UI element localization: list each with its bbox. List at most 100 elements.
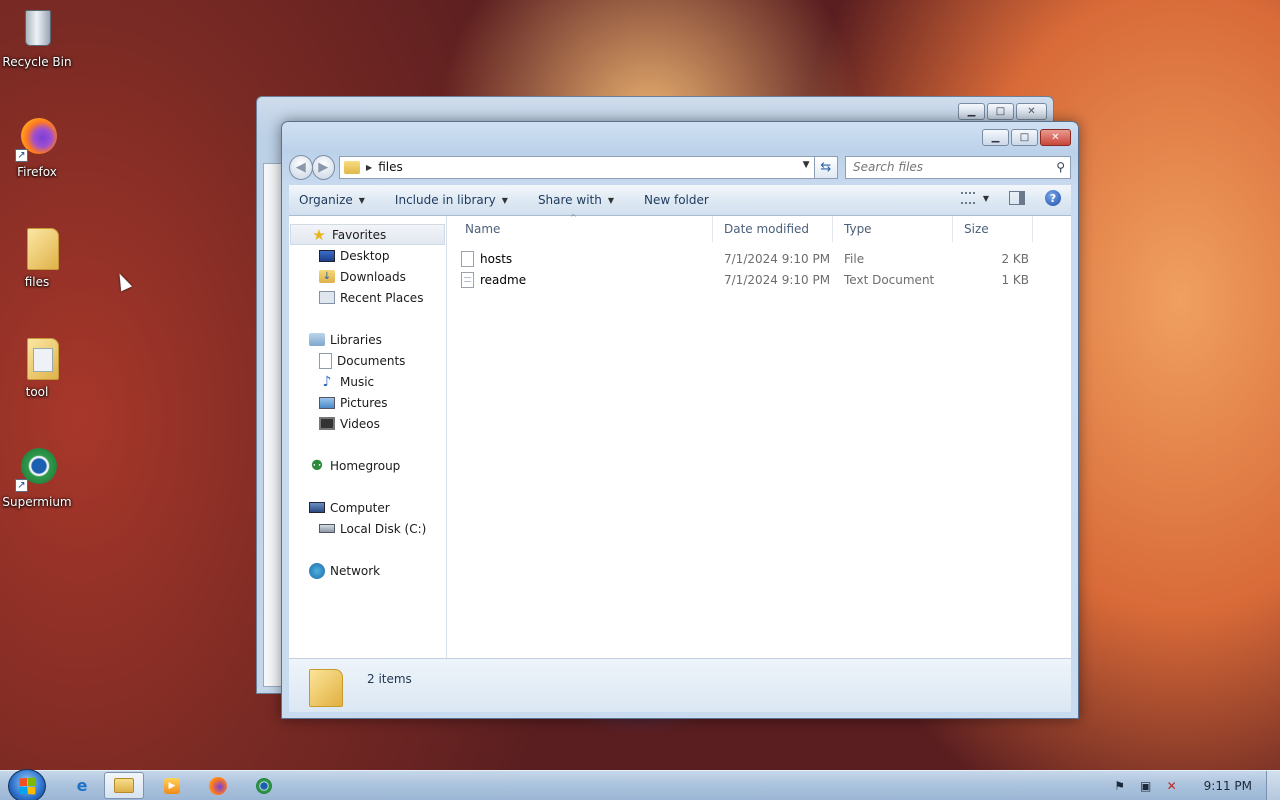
windows-explorer-icon	[114, 778, 134, 793]
column-type[interactable]: Type	[833, 215, 953, 242]
include-in-library-button[interactable]: Include in library ▼	[395, 193, 508, 207]
star-icon: ★	[312, 225, 326, 244]
folder-icon	[15, 336, 59, 382]
breadcrumb-arrow-icon[interactable]: ▶	[366, 163, 372, 172]
nav-label: Music	[340, 374, 375, 389]
address-bar[interactable]: ▶ files ▼	[339, 155, 815, 179]
taskbar-internet-explorer[interactable]: e	[62, 772, 102, 799]
nav-network[interactable]: Network	[289, 560, 446, 581]
nav-homegroup[interactable]: ⚉ Homegroup	[289, 455, 446, 476]
organize-button[interactable]: Organize ▼	[299, 193, 365, 207]
file-row[interactable]: hosts 7/1/2024 9:10 PM File 2 KB	[447, 248, 1071, 269]
homegroup-icon: ⚉	[310, 457, 324, 474]
videos-icon	[319, 417, 335, 430]
include-in-library-label: Include in library	[394, 193, 496, 207]
nav-recent-places[interactable]: Recent Places	[289, 287, 446, 308]
supermium-icon: ↗	[15, 446, 59, 492]
minimize-button[interactable]: ▁	[958, 103, 985, 120]
nav-pictures[interactable]: Pictures	[289, 392, 446, 413]
nav-downloads[interactable]: ↓ Downloads	[289, 266, 446, 287]
close-button[interactable]: ✕	[1016, 103, 1047, 120]
mouse-cursor-icon	[114, 270, 133, 292]
search-box[interactable]: ⚲	[845, 155, 1072, 179]
start-button[interactable]	[8, 769, 46, 800]
firefox-icon	[209, 776, 227, 795]
breadcrumb-files[interactable]: files	[378, 160, 403, 174]
taskbar-firefox[interactable]	[198, 772, 238, 799]
close-button[interactable]: ✕	[1040, 129, 1071, 146]
homegroup-group: ⚉ Homegroup	[289, 455, 446, 476]
file-row[interactable]: readme 7/1/2024 9:10 PM Text Document 1 …	[447, 269, 1071, 290]
network-icon	[309, 562, 325, 579]
folder-icon	[309, 669, 343, 707]
text-document-icon	[461, 271, 474, 288]
file-name-cell: hosts	[447, 250, 713, 267]
file-list: ^ Name Date modified Type Size hosts 7/1/…	[447, 212, 1071, 658]
back-button[interactable]: ◀	[289, 154, 313, 180]
explorer-window[interactable]: ▁ □ ✕ ◀ ▶ ▶ files ▼ ⇆ ⚲ Organize ▼ Includ…	[281, 121, 1079, 719]
preview-pane-icon[interactable]	[1009, 191, 1025, 205]
nav-label: Network	[330, 563, 381, 578]
file-date: 7/1/2024 9:10 PM	[724, 272, 831, 287]
desktop-icon-supermium[interactable]: ↗ Supermium	[2, 446, 72, 509]
nav-libraries[interactable]: Libraries	[289, 329, 446, 350]
desktop-icon-label: Recycle Bin	[2, 55, 72, 69]
desktop-icon-tool[interactable]: tool	[2, 336, 72, 399]
nav-label: Videos	[340, 416, 380, 431]
organize-label: Organize	[299, 193, 353, 207]
search-input[interactable]	[853, 160, 1054, 174]
nav-desktop[interactable]: Desktop	[289, 245, 446, 266]
column-date-modified[interactable]: Date modified	[713, 215, 833, 242]
column-label: Type	[844, 221, 872, 236]
taskbar-supermium[interactable]	[244, 772, 284, 799]
new-folder-button[interactable]: New folder	[644, 193, 709, 207]
file-size: 2 KB	[1001, 251, 1029, 266]
maximize-button[interactable]: □	[987, 103, 1014, 120]
desktop-icon-label: tool	[25, 385, 49, 399]
nav-local-disk[interactable]: Local Disk (C:)	[289, 518, 446, 539]
desktop-icon-files[interactable]: files	[2, 226, 72, 289]
view-controls: ▼ ?	[960, 190, 1061, 206]
internet-explorer-icon: e	[76, 776, 88, 795]
desktop-icon-recycle-bin[interactable]: Recycle Bin	[2, 6, 72, 69]
action-center-flag-icon[interactable]: ⚑	[1112, 779, 1128, 793]
share-with-button[interactable]: Share with ▼	[538, 193, 614, 207]
desktop-icon-firefox[interactable]: ↗ Firefox	[2, 116, 72, 179]
documents-icon	[319, 352, 332, 369]
sort-arrow-icon: ^	[570, 212, 577, 222]
desktop-icon-label: Supermium	[2, 495, 72, 509]
nav-music[interactable]: ♪ Music	[289, 371, 446, 392]
clock[interactable]: 9:11 PM	[1204, 779, 1252, 793]
column-label: Name	[465, 221, 501, 236]
supermium-icon	[256, 777, 272, 794]
forward-button[interactable]: ▶	[311, 154, 336, 180]
navigation-pane: ★ Favorites Desktop ↓ Downloads Recent Pla…	[289, 216, 447, 658]
nav-computer[interactable]: Computer	[289, 497, 446, 518]
file-size: 1 KB	[1001, 272, 1029, 287]
chevron-down-icon[interactable]: ▼	[983, 194, 989, 203]
volume-muted-icon[interactable]: ✕	[1164, 779, 1180, 793]
desktop-icon-label: files	[24, 275, 50, 289]
network-status-icon[interactable]: ▣	[1138, 779, 1154, 793]
column-size[interactable]: Size	[953, 215, 1033, 242]
music-icon: ♪	[322, 373, 332, 390]
column-name[interactable]: ^ Name	[447, 212, 713, 242]
search-icon[interactable]: ⚲	[1056, 160, 1065, 174]
help-icon[interactable]: ?	[1045, 190, 1061, 206]
taskbar-windows-explorer[interactable]	[104, 772, 144, 799]
nav-documents[interactable]: Documents	[289, 350, 446, 371]
column-label: Size	[964, 221, 989, 236]
taskbar-media-player[interactable]: ▶	[152, 772, 192, 799]
favorites-group: ★ Favorites Desktop ↓ Downloads Recent Pla…	[289, 224, 446, 308]
minimize-button[interactable]: ▁	[982, 129, 1009, 146]
window-caption-buttons: ▁ □ ✕	[980, 129, 1071, 146]
show-desktop-button[interactable]	[1266, 771, 1280, 800]
chevron-down-icon[interactable]: ▼	[803, 160, 810, 170]
refresh-button[interactable]: ⇆	[814, 155, 839, 179]
nav-favorites[interactable]: ★ Favorites	[290, 224, 445, 245]
nav-videos[interactable]: Videos	[289, 413, 446, 434]
firefox-icon: ↗	[15, 116, 59, 162]
nav-label: Computer	[330, 500, 390, 515]
maximize-button[interactable]: □	[1011, 129, 1038, 146]
change-view-icon[interactable]	[960, 192, 975, 204]
